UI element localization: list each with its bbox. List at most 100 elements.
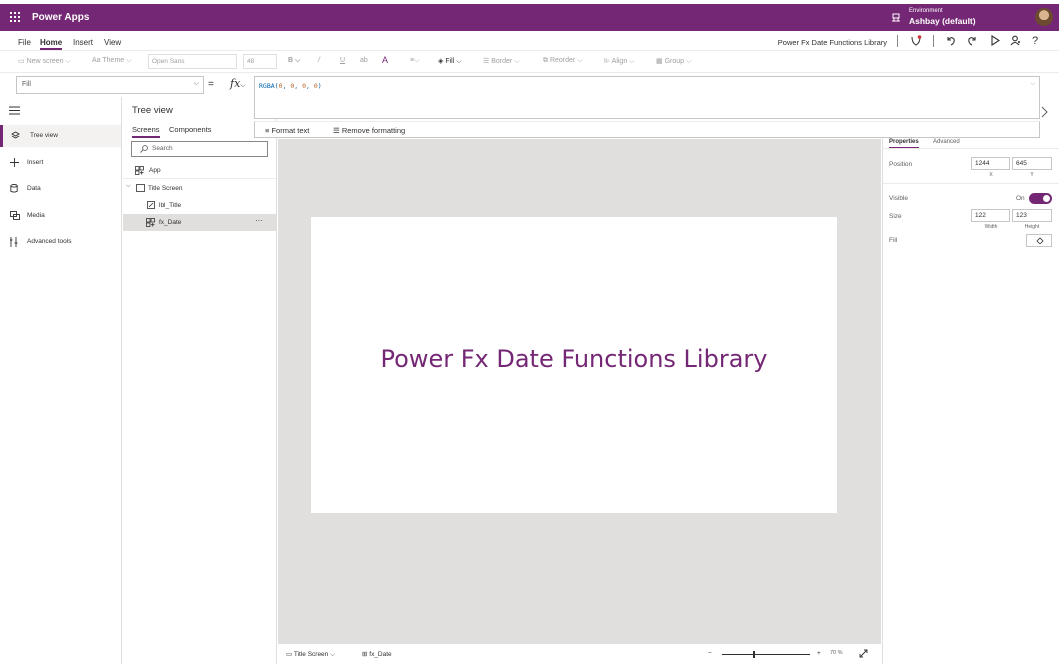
title-screen-canvas[interactable]: Power Fx Date Functions Library bbox=[311, 217, 837, 513]
equals-sign: = bbox=[208, 79, 214, 90]
underline-button[interactable]: U bbox=[340, 57, 345, 64]
app-icon bbox=[135, 166, 144, 175]
hamburger-menu-icon[interactable] bbox=[9, 106, 20, 115]
size-label: Size bbox=[889, 213, 902, 220]
rail-item-tree-view[interactable]: Tree view bbox=[0, 125, 121, 147]
reorder-icon: ⧉ bbox=[543, 57, 550, 64]
app-header: Power Apps Environment Ashbay (default) bbox=[0, 4, 1059, 31]
screen-selector[interactable]: ▭ Title Screen ⌵ bbox=[286, 650, 335, 659]
left-rail: Tree view Insert Data Media Advanced too… bbox=[0, 97, 122, 664]
panel-title: Tree view bbox=[132, 105, 173, 116]
more-options-button[interactable]: ··· bbox=[255, 216, 263, 225]
zoom-slider[interactable] bbox=[722, 654, 810, 655]
theme-icon: Aa bbox=[92, 57, 103, 64]
control-breadcrumb[interactable]: ⊞ fx_Date bbox=[362, 650, 392, 658]
fill-color-picker[interactable] bbox=[1026, 234, 1052, 247]
strikethrough-button[interactable]: ab bbox=[360, 57, 368, 64]
app-launcher-icon[interactable] bbox=[10, 12, 20, 22]
search-icon bbox=[140, 145, 148, 153]
tree-item-app[interactable]: App bbox=[123, 162, 276, 179]
property-dropdown[interactable]: Fill ⌵ bbox=[16, 76, 204, 94]
fill-button[interactable]: ◈ Fill ⌵ bbox=[438, 57, 462, 66]
rail-item-insert[interactable]: Insert bbox=[0, 152, 121, 174]
environment-name[interactable]: Ashbay (default) bbox=[909, 16, 976, 26]
visible-label: Visible bbox=[889, 195, 909, 202]
tools-icon bbox=[10, 237, 18, 247]
database-icon bbox=[10, 184, 18, 193]
divider bbox=[883, 183, 1059, 184]
rail-item-media[interactable]: Media bbox=[0, 205, 121, 227]
document-title[interactable]: Power Fx Date Functions Library bbox=[778, 38, 887, 47]
component-icon bbox=[146, 218, 155, 227]
position-y-input[interactable]: 645 bbox=[1012, 157, 1052, 170]
font-color-button[interactable]: A bbox=[382, 55, 388, 65]
width-input[interactable]: 122 bbox=[971, 209, 1010, 222]
screen-icon: ▭ bbox=[18, 58, 27, 65]
formula-input[interactable]: RGBA(0, 0, 0, 0) ⌵ bbox=[254, 76, 1040, 119]
align-button[interactable]: ⊫ Align ⌵ bbox=[604, 57, 635, 66]
play-icon[interactable] bbox=[990, 35, 1000, 46]
zoom-level: 70 % bbox=[830, 650, 843, 656]
tree-search-input[interactable]: Search bbox=[131, 141, 268, 157]
formula-bar: Fill ⌵ = fx⌵ RGBA(0, 0, 0, 0) ⌵ bbox=[0, 75, 1059, 119]
label-icon bbox=[147, 201, 155, 209]
bold-button[interactable]: B ⌵ bbox=[288, 57, 300, 65]
new-screen-button[interactable]: ▭ New screen ⌵ bbox=[18, 57, 71, 66]
tab-screens[interactable]: Screens bbox=[132, 125, 160, 138]
app-checker-icon[interactable] bbox=[910, 35, 922, 47]
user-avatar[interactable] bbox=[1035, 8, 1053, 26]
font-family-select[interactable]: Open Sans bbox=[148, 54, 237, 69]
border-button[interactable]: ☰ Border ⌵ bbox=[483, 57, 520, 66]
menu-view[interactable]: View bbox=[104, 38, 121, 47]
tab-components[interactable]: Components bbox=[169, 125, 212, 134]
text-align-button[interactable]: ≡⌵ bbox=[410, 57, 419, 65]
theme-button[interactable]: Aa Theme ⌵ bbox=[92, 57, 131, 65]
title-label[interactable]: Power Fx Date Functions Library bbox=[311, 345, 837, 373]
tab-advanced[interactable]: Advanced bbox=[933, 139, 960, 145]
width-label: Width bbox=[984, 224, 998, 230]
fit-to-window-icon[interactable] bbox=[859, 649, 868, 658]
chevron-down-icon: ⌵ bbox=[193, 80, 199, 87]
redo-icon[interactable] bbox=[967, 35, 978, 46]
share-user-icon[interactable] bbox=[1010, 35, 1021, 46]
rail-item-data[interactable]: Data bbox=[0, 178, 121, 200]
zoom-out-button[interactable]: − bbox=[708, 650, 712, 657]
canvas-area: Power Fx Date Functions Library bbox=[278, 139, 881, 643]
height-input[interactable]: 123 bbox=[1012, 209, 1052, 222]
chevron-right-icon[interactable] bbox=[1041, 106, 1048, 118]
media-icon bbox=[10, 211, 20, 220]
menu-home[interactable]: Home bbox=[40, 38, 63, 50]
menu-file[interactable]: File bbox=[18, 38, 31, 47]
environment-icon[interactable] bbox=[891, 13, 901, 22]
menu-insert[interactable]: Insert bbox=[73, 38, 93, 47]
group-button[interactable]: ▦ Group ⌵ bbox=[656, 57, 691, 66]
zoom-slider-thumb[interactable] bbox=[753, 651, 755, 658]
format-text-button[interactable]: ≡ Format text bbox=[265, 126, 309, 135]
font-size-select[interactable]: 48 bbox=[243, 54, 277, 69]
expand-formula-icon[interactable]: ⌵ bbox=[1030, 81, 1035, 88]
divider bbox=[933, 35, 934, 47]
remove-formatting-button[interactable]: ☰ Remove formatting bbox=[333, 126, 405, 135]
tree-item-lbl-title[interactable]: lbl_Title bbox=[123, 197, 276, 214]
y-label: Y bbox=[1030, 172, 1034, 178]
visible-toggle[interactable] bbox=[1029, 193, 1052, 204]
rail-item-advanced-tools[interactable]: Advanced tools bbox=[0, 231, 121, 253]
divider bbox=[883, 148, 1059, 149]
help-icon[interactable]: ? bbox=[1032, 35, 1038, 47]
chevron-down-icon: ⌵ bbox=[126, 183, 131, 189]
status-bar: ▭ Title Screen ⌵ ⊞ fx_Date − + 70 % bbox=[278, 643, 881, 664]
position-x-input[interactable]: 1244 bbox=[971, 157, 1010, 170]
environment-label: Environment bbox=[909, 8, 943, 14]
paint-bucket-icon bbox=[1036, 237, 1044, 244]
zoom-in-button[interactable]: + bbox=[817, 650, 821, 657]
tree-view-panel: Tree view Screens Components Search App … bbox=[123, 97, 277, 664]
reorder-button[interactable]: ⧉ Reorder ⌵ bbox=[543, 57, 583, 65]
fx-icon[interactable]: fx⌵ bbox=[230, 77, 246, 90]
x-label: X bbox=[989, 172, 993, 178]
formula-text: RGBA(0, 0, 0, 0) bbox=[259, 82, 322, 90]
undo-icon[interactable] bbox=[945, 35, 956, 46]
tree-item-title-screen[interactable]: ⌵ Title Screen bbox=[123, 180, 276, 197]
tree-item-fx-date[interactable]: fx_Date ··· bbox=[123, 214, 276, 231]
divider bbox=[897, 35, 898, 47]
italic-button[interactable]: / bbox=[318, 57, 320, 64]
